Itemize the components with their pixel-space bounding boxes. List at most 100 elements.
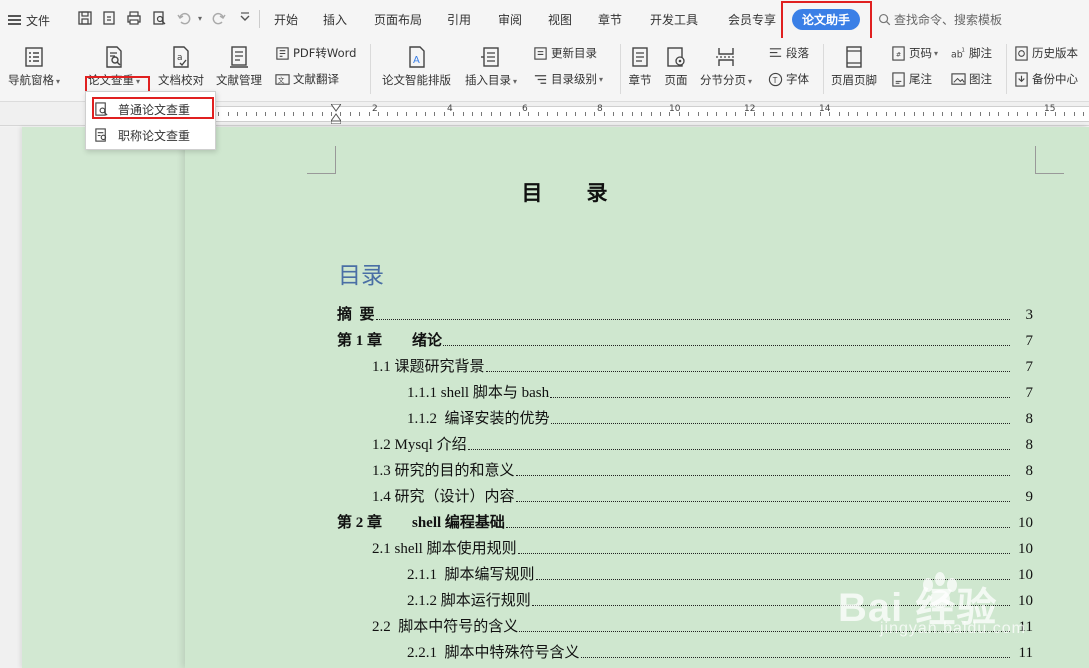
header-footer-button[interactable]: 页眉页脚 — [831, 45, 877, 88]
toc-entry-text: 第 2 章 shell 编程基础 — [337, 515, 505, 531]
ruler-tick — [716, 112, 718, 116]
file-menu-button[interactable]: 文件 — [8, 10, 50, 30]
caption-button[interactable]: 图注 — [951, 71, 992, 87]
ruler-tick — [932, 112, 934, 116]
ruler-tick — [302, 112, 304, 116]
ruler-tick — [594, 112, 596, 116]
ruler-tick — [669, 112, 671, 116]
insert-toc-button[interactable]: 插入目录 ▾ — [465, 45, 517, 88]
backup-icon — [1015, 71, 1028, 87]
ruler-tick — [810, 112, 812, 116]
menu-bar: 文件 ▾ 开始 插入 页面布局 引用 审阅 视图 章节 开发工具 会员专享 论文… — [0, 0, 1089, 40]
toc-page-number: 8 — [1025, 411, 1034, 427]
tab-chapter[interactable]: 章节 — [598, 11, 622, 28]
toc-level-button[interactable]: 目录级别 ▾ — [533, 71, 603, 87]
print-preview-icon[interactable] — [150, 9, 168, 27]
ruler-tick — [678, 112, 680, 116]
ribbon-separator — [620, 44, 621, 94]
ruler-tick — [772, 112, 774, 116]
undo-icon[interactable] — [175, 9, 193, 27]
toc-entry[interactable]: 1.3 研究的目的和意义 8 — [372, 456, 1033, 480]
paragraph-button[interactable]: 段落 — [768, 45, 809, 61]
toc-entry[interactable]: 第 1 章 绪论 7 — [337, 326, 1033, 350]
ruler-tick — [960, 112, 962, 116]
toc-leader-dots — [485, 371, 1010, 372]
page-button[interactable]: 页面 — [664, 45, 688, 88]
search-placeholder: 查找命令、搜索模板 — [894, 13, 1003, 27]
ref-translate-button[interactable]: 文 文献翻译 — [275, 71, 339, 87]
toc-entry-text: 1.4 研究（设计）内容 — [372, 489, 515, 505]
endnote-button[interactable]: 尾注 — [891, 71, 932, 87]
command-search[interactable]: 查找命令、搜索模板 — [878, 11, 1002, 28]
toc-entry[interactable]: 1.1 课题研究背景 7 — [372, 352, 1033, 376]
tab-page-layout[interactable]: 页面布局 — [374, 11, 422, 28]
ref-manage-button[interactable]: 文献管理 — [216, 45, 262, 88]
toc-leader-dots — [517, 553, 1010, 554]
toc-entry-text: 2.2.1 脚本中特殊符号含义 — [407, 645, 580, 661]
toc-entry[interactable]: 第 2 章 shell 编程基础 10 — [337, 508, 1033, 532]
section-break-button[interactable]: 分节分页 ▾ — [700, 45, 752, 88]
customize-toolbar-icon[interactable] — [236, 9, 254, 27]
history-icon — [1015, 45, 1028, 61]
toc-entry[interactable]: 1.1.2 编译安装的优势 8 — [407, 404, 1033, 428]
export-pdf-icon[interactable] — [100, 9, 118, 27]
ruler-tick — [913, 112, 915, 116]
chapter-button[interactable]: 章节 — [628, 45, 652, 88]
tab-references[interactable]: 引用 — [447, 11, 471, 28]
svg-text:A: A — [413, 55, 420, 66]
svg-text:文: 文 — [278, 75, 285, 84]
backup-button[interactable]: 备份中心 — [1014, 71, 1078, 87]
ruler-tick — [406, 112, 408, 116]
file-menu-label: 文件 — [26, 13, 51, 28]
footnote-button[interactable]: ab 1 脚注 — [951, 45, 992, 61]
pdf-icon — [276, 46, 289, 60]
print-icon[interactable] — [125, 9, 143, 27]
tab-member[interactable]: 会员专享 — [728, 11, 776, 28]
menu-item-regular-check[interactable]: 普通论文查重 — [86, 97, 215, 121]
undo-dropdown-icon[interactable]: ▾ — [194, 9, 204, 27]
tab-review[interactable]: 审阅 — [498, 11, 522, 28]
history-button[interactable]: 历史版本 — [1014, 45, 1078, 61]
ruler-tick — [1083, 112, 1084, 116]
toc-page-number: 3 — [1025, 307, 1034, 323]
tab-developer[interactable]: 开发工具 — [650, 11, 698, 28]
paper-check-icon — [106, 46, 122, 68]
ribbon-separator — [370, 44, 371, 94]
toc-entry[interactable]: 摘 要 3 — [337, 300, 1033, 324]
paper-check-button[interactable]: 论文查重 ▾ — [88, 45, 140, 88]
ruler-tick — [1026, 112, 1028, 116]
doc-proof-button[interactable]: a 文档校对 — [158, 45, 204, 88]
toc-page-number: 7 — [1025, 385, 1034, 401]
ruler-tick — [425, 112, 426, 116]
toc-entry[interactable]: 1.1.1 shell 脚本与 bash 7 — [407, 378, 1033, 402]
ruler-tick — [857, 112, 859, 116]
toc-entry-text: 2.1.2 脚本运行规则 — [407, 593, 531, 609]
doc-proof-label: 文档校对 — [158, 73, 204, 87]
save-icon[interactable] — [76, 9, 94, 27]
toc-page-number: 11 — [1018, 645, 1033, 661]
toc-entry[interactable]: 1.2 Mysql 介绍 8 — [372, 430, 1033, 454]
font-label: 字体 — [786, 72, 809, 86]
ruler-tick — [650, 112, 652, 116]
ruler-tick — [312, 112, 314, 116]
paper-check-dropdown: 普通论文查重 职称论文查重 — [85, 91, 216, 150]
redo-icon[interactable] — [210, 9, 228, 27]
ruler-tick — [528, 112, 530, 116]
endnote-label: 尾注 — [909, 72, 932, 86]
tab-paper-assistant[interactable]: 论文助手 — [792, 9, 860, 30]
smart-layout-label: 论文智能排版 — [382, 73, 451, 87]
tab-home[interactable]: 开始 — [274, 11, 298, 28]
toc-leader-dots — [580, 657, 1010, 658]
smart-layout-button[interactable]: A 论文智能排版 — [382, 45, 451, 88]
font-button[interactable]: T 字体 — [768, 71, 809, 87]
page-num-button[interactable]: # 页码 ▾ — [891, 45, 938, 61]
pdf-to-word-button[interactable]: PDF转Word — [275, 45, 356, 61]
menu-item-title-check[interactable]: 职称论文查重 — [86, 123, 215, 147]
footnote-label: 脚注 — [969, 46, 992, 60]
toc-entry[interactable]: 1.4 研究（设计）内容 9 — [372, 482, 1033, 506]
ruler-tick — [1073, 112, 1075, 116]
nav-pane-button[interactable]: 导航窗格 ▾ — [8, 45, 60, 88]
tab-view[interactable]: 视图 — [548, 11, 572, 28]
tab-insert[interactable]: 插入 — [323, 11, 347, 28]
update-toc-button[interactable]: 更新目录 — [533, 45, 597, 61]
